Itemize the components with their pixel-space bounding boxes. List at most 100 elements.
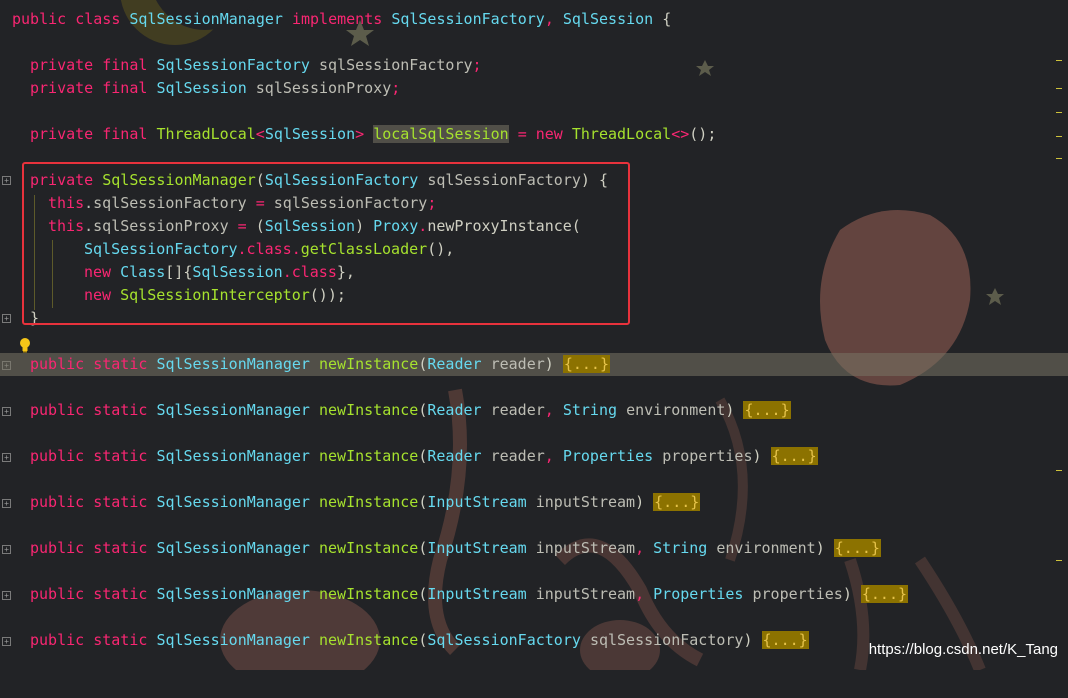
param-name: properties xyxy=(752,585,843,603)
keyword: public xyxy=(30,631,85,649)
type-name: Reader xyxy=(427,355,482,373)
keyword: public xyxy=(12,10,67,28)
keyword: final xyxy=(102,79,148,97)
method-name: newInstance xyxy=(319,539,419,557)
keyword: static xyxy=(93,355,148,373)
scrollbar-mark[interactable] xyxy=(1056,560,1062,561)
code-line[interactable]: public static SqlSessionManager newInsta… xyxy=(0,491,701,514)
type-name: SqlSessionFactory xyxy=(427,631,581,649)
code-editor[interactable]: public class SqlSessionManager implement… xyxy=(0,0,1068,670)
folded-code-button[interactable]: {...} xyxy=(562,355,610,373)
punctuation: ) xyxy=(752,447,762,465)
keyword: public xyxy=(30,493,85,511)
folded-code-button[interactable]: {...} xyxy=(833,539,881,557)
method-name: newInstance xyxy=(319,401,419,419)
type-name: ThreadLocal xyxy=(156,125,256,143)
keyword: public xyxy=(30,585,85,603)
type-name: SqlSession xyxy=(562,10,654,28)
type-name: SqlSessionFactory xyxy=(156,56,310,74)
scrollbar-mark[interactable] xyxy=(1056,112,1062,113)
type-name: String xyxy=(562,401,618,419)
scrollbar-mark[interactable] xyxy=(1056,136,1062,137)
punctuation: ; xyxy=(472,56,482,74)
keyword: public xyxy=(30,355,85,373)
scrollbar-mark[interactable] xyxy=(1056,60,1062,61)
scrollbar-mark[interactable] xyxy=(1056,470,1062,471)
background-wallpaper xyxy=(120,0,1004,670)
param-name: properties xyxy=(662,447,753,465)
folded-code-button[interactable]: {...} xyxy=(860,585,909,603)
watermark: https://blog.csdn.net/K_Tang xyxy=(868,641,1058,658)
type-name: SqlSession xyxy=(156,79,247,97)
type-name: SqlSessionManager xyxy=(156,401,310,419)
punctuation: (); xyxy=(689,125,717,143)
param-name: inputStream xyxy=(535,539,636,557)
method-name: newInstance xyxy=(319,355,419,373)
type-name: SqlSessionManager xyxy=(156,585,310,603)
type-name: InputStream xyxy=(427,585,527,603)
field-name: sqlSessionFactory xyxy=(319,56,473,74)
punctuation: , xyxy=(635,539,645,557)
keyword: static xyxy=(93,585,148,603)
code-line[interactable]: public static SqlSessionManager newInsta… xyxy=(0,583,909,606)
code-line[interactable]: private final SqlSession sqlSessionProxy… xyxy=(0,77,400,100)
folded-code-button[interactable]: {...} xyxy=(770,447,818,465)
punctuation: < xyxy=(255,125,265,143)
keyword: public xyxy=(30,539,85,557)
keyword: static xyxy=(93,539,148,557)
keyword: public xyxy=(30,447,85,465)
class-name: SqlSessionManager xyxy=(129,10,283,28)
keyword: public xyxy=(30,401,85,419)
code-line[interactable]: private final SqlSessionFactory sqlSessi… xyxy=(0,54,482,77)
param-name: inputStream xyxy=(535,493,636,511)
punctuation: ) xyxy=(743,631,753,649)
punctuation: ) xyxy=(842,585,852,603)
keyword: static xyxy=(93,631,148,649)
folded-code-button[interactable]: {...} xyxy=(761,631,809,649)
code-line[interactable]: private final ThreadLocal<SqlSession> lo… xyxy=(0,123,716,146)
keyword: private xyxy=(30,125,94,143)
keyword: class xyxy=(75,10,121,28)
lightbulb-icon[interactable] xyxy=(18,337,32,353)
type-name: InputStream xyxy=(427,493,527,511)
keyword: final xyxy=(102,56,148,74)
keyword: static xyxy=(93,401,148,419)
code-line-current[interactable]: public static SqlSessionManager newInsta… xyxy=(0,353,1068,376)
folded-code-button[interactable]: {...} xyxy=(653,493,701,511)
type-name: SqlSessionFactory xyxy=(391,10,545,28)
type-name: InputStream xyxy=(427,539,527,557)
param-name: environment xyxy=(626,401,726,419)
code-line[interactable]: public static SqlSessionManager newInsta… xyxy=(0,399,791,422)
type-name: SqlSessionManager xyxy=(156,355,310,373)
punctuation: , xyxy=(635,585,645,603)
punctuation: ) xyxy=(544,355,554,373)
keyword: private xyxy=(30,56,94,74)
param-name: environment xyxy=(716,539,816,557)
keyword: static xyxy=(93,447,148,465)
param-name: reader xyxy=(490,401,545,419)
punctuation: > xyxy=(355,125,365,143)
type-name: Reader xyxy=(427,447,482,465)
param-name: reader xyxy=(490,355,545,373)
scrollbar-mark[interactable] xyxy=(1056,158,1062,159)
method-name: newInstance xyxy=(319,631,419,649)
punctuation: ) xyxy=(635,493,645,511)
keyword: final xyxy=(102,125,148,143)
type-name: SqlSessionManager xyxy=(156,631,310,649)
method-name: newInstance xyxy=(319,493,419,511)
folded-code-button[interactable]: {...} xyxy=(743,401,791,419)
type-name: SqlSessionManager xyxy=(156,493,310,511)
code-line[interactable]: public static SqlSessionManager newInsta… xyxy=(0,445,818,468)
code-line[interactable]: public static SqlSessionManager newInsta… xyxy=(0,537,881,560)
punctuation: <> xyxy=(671,125,690,143)
type-name: Properties xyxy=(653,585,744,603)
scrollbar-mark[interactable] xyxy=(1056,88,1062,89)
code-line[interactable]: public static SqlSessionManager newInsta… xyxy=(0,629,809,652)
keyword: private xyxy=(30,79,94,97)
code-line[interactable]: public class SqlSessionManager implement… xyxy=(0,8,671,31)
punctuation: , xyxy=(544,447,554,465)
field-name-highlighted: localSqlSession xyxy=(373,125,509,143)
punctuation: , xyxy=(544,401,554,419)
brace: { xyxy=(662,10,672,28)
type-name: String xyxy=(653,539,708,557)
